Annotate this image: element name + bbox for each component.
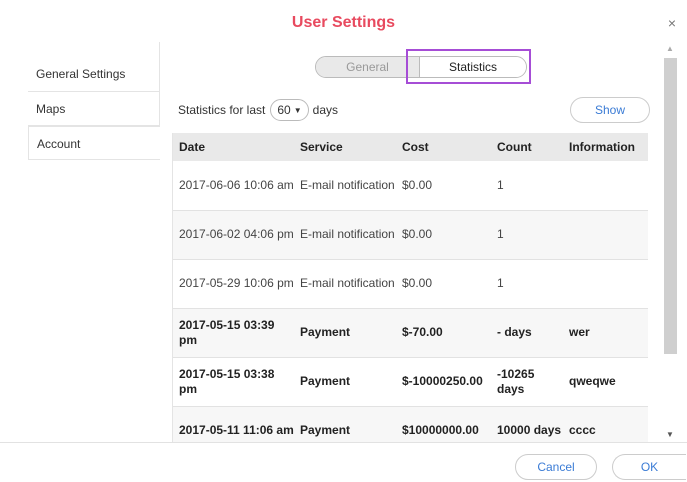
cell-information <box>563 161 648 210</box>
cell-information <box>563 210 648 259</box>
cell-information: qweqwe <box>569 374 616 388</box>
cell-count: 1 <box>497 177 504 192</box>
table-row: 2017-06-02 04:06 pm E-mail notification … <box>173 210 648 259</box>
table-row: 2017-05-11 11:06 am Payment $10000000.00… <box>173 406 648 442</box>
cell-service: E-mail notification <box>300 177 395 192</box>
cell-cost: $-70.00 <box>402 325 443 339</box>
cell-date: 2017-05-29 10:06 pm <box>179 276 294 290</box>
cell-service: Payment <box>300 374 351 388</box>
cell-information: cccc <box>569 423 596 437</box>
sidebar-item-account[interactable]: Account <box>28 126 160 160</box>
sidebar-item-label: Account <box>37 137 81 151</box>
table-row: 2017-05-29 10:06 pm E-mail notification … <box>173 259 648 308</box>
tab-highlight-box <box>406 49 531 84</box>
cell-service: Payment <box>300 423 351 437</box>
cell-count: 1 <box>497 276 504 290</box>
tab-general[interactable]: General <box>316 57 420 77</box>
stats-filter: Statistics for last 60 ▼ days <box>178 99 338 121</box>
cell-cost: $-10000250.00 <box>402 374 483 388</box>
column-header-date: Date <box>179 140 206 154</box>
table-row: 2017-05-15 03:38 pm Payment $-10000250.0… <box>173 357 648 406</box>
scrollbar-thumb[interactable] <box>664 58 677 354</box>
chevron-down-icon: ▼ <box>293 105 302 115</box>
cell-information: wer <box>569 325 590 339</box>
filter-suffix: days <box>312 103 338 117</box>
days-select[interactable]: 60 ▼ <box>270 99 309 121</box>
sidebar-item-label: Maps <box>36 102 66 116</box>
table-header-row: Date Service Cost Count Information <box>173 133 648 161</box>
cell-date: 2017-06-06 10:06 am <box>179 177 294 192</box>
cell-date: 2017-05-15 03:39 pm <box>179 317 275 347</box>
cell-date: 2017-05-15 03:38 pm <box>179 366 275 396</box>
column-header-cost: Cost <box>402 140 429 154</box>
cell-count: 1 <box>497 227 504 241</box>
cell-cost: $10000000.00 <box>402 423 479 437</box>
show-button[interactable]: Show <box>570 97 650 123</box>
cell-service: E-mail notification <box>300 227 395 241</box>
cell-count: -10265 days <box>497 366 535 396</box>
cell-service: Payment <box>300 325 351 339</box>
cancel-button[interactable]: Cancel <box>515 454 597 480</box>
statistics-table: Date Service Cost Count Information 2017… <box>172 133 648 442</box>
sidebar-item-label: General Settings <box>36 67 126 81</box>
sidebar-item-general-settings[interactable]: General Settings <box>28 42 160 92</box>
sidebar-item-maps[interactable]: Maps <box>28 92 160 126</box>
ok-button[interactable]: OK <box>612 454 686 480</box>
days-value: 60 <box>277 103 291 117</box>
cell-information <box>563 259 648 308</box>
footer-divider <box>0 442 687 443</box>
cell-service: E-mail notification <box>300 276 395 290</box>
column-header-service: Service <box>300 140 343 154</box>
cell-count: 10000 days <box>497 423 562 437</box>
dialog-title: User Settings <box>291 14 396 31</box>
table-row: 2017-05-15 03:39 pm Payment $-70.00 - da… <box>173 308 648 357</box>
filter-prefix: Statistics for last <box>178 103 266 117</box>
vertical-scrollbar[interactable]: ▲ ▼ <box>662 42 678 442</box>
cell-date: 2017-05-11 11:06 am <box>179 423 294 437</box>
cell-count: - days <box>497 325 532 339</box>
table-row: 2017-06-06 10:06 am E-mail notification … <box>173 161 648 210</box>
scroll-down-icon[interactable]: ▼ <box>662 428 678 442</box>
column-header-information: Information <box>569 140 635 154</box>
cell-cost: $0.00 <box>402 227 433 241</box>
cell-date: 2017-06-02 04:06 pm <box>179 227 294 241</box>
column-header-count: Count <box>497 140 532 154</box>
cell-cost: $0.00 <box>402 177 433 192</box>
cell-cost: $0.00 <box>402 276 433 290</box>
sidebar: General Settings Maps Account <box>28 42 160 160</box>
close-icon[interactable]: × <box>665 16 679 30</box>
scroll-up-icon[interactable]: ▲ <box>662 42 678 56</box>
